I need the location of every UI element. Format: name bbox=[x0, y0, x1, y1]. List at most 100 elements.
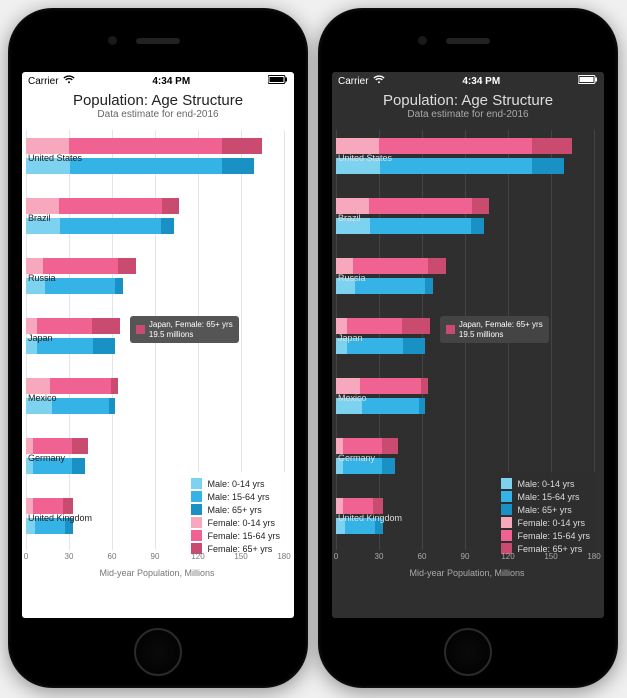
bar-female[interactable] bbox=[336, 138, 572, 154]
legend-item[interactable]: Female: 15-64 yrs bbox=[191, 530, 280, 541]
bar-segment[interactable] bbox=[93, 338, 115, 354]
legend-item[interactable]: Female: 15-64 yrs bbox=[501, 530, 590, 541]
bar-segment[interactable] bbox=[161, 218, 174, 234]
bar-segment[interactable] bbox=[403, 338, 425, 354]
bar-female[interactable] bbox=[26, 438, 88, 454]
bar-segment[interactable] bbox=[336, 138, 379, 154]
bar-segment[interactable] bbox=[72, 438, 88, 454]
bar-segment[interactable] bbox=[26, 138, 69, 154]
bar-female[interactable] bbox=[26, 198, 179, 214]
tooltip-text: Japan, Female: 65+ yrs19.5 millions bbox=[459, 320, 543, 339]
bar-segment[interactable] bbox=[222, 138, 262, 154]
bar-segment[interactable] bbox=[162, 198, 179, 214]
bar-segment[interactable] bbox=[60, 218, 160, 234]
bar-female[interactable] bbox=[336, 498, 383, 514]
bar-female[interactable] bbox=[26, 378, 118, 394]
bar-female[interactable] bbox=[336, 378, 428, 394]
bar-segment[interactable] bbox=[353, 258, 428, 274]
bar-segment[interactable] bbox=[43, 258, 118, 274]
legend-item[interactable]: Female: 0-14 yrs bbox=[501, 517, 590, 528]
bar-female[interactable] bbox=[336, 438, 398, 454]
bar-segment[interactable] bbox=[26, 378, 50, 394]
bar-segment[interactable] bbox=[37, 318, 91, 334]
bar-segment[interactable] bbox=[336, 318, 347, 334]
bar-segment[interactable] bbox=[92, 318, 120, 334]
bar-segment[interactable] bbox=[33, 498, 63, 514]
bar-segment[interactable] bbox=[336, 258, 353, 274]
bar-segment[interactable] bbox=[72, 458, 85, 474]
bar-segment[interactable] bbox=[428, 258, 447, 274]
bar-segment[interactable] bbox=[336, 378, 360, 394]
bar-segment[interactable] bbox=[402, 318, 430, 334]
bar-segment[interactable] bbox=[362, 398, 419, 414]
legend-item[interactable]: Male: 15-64 yrs bbox=[191, 491, 280, 502]
bar-female[interactable] bbox=[26, 258, 136, 274]
bar-segment[interactable] bbox=[343, 438, 382, 454]
bar-segment[interactable] bbox=[69, 138, 222, 154]
tooltip-text: Japan, Female: 65+ yrs19.5 millions bbox=[149, 320, 233, 339]
category-label: United States bbox=[28, 153, 82, 163]
bar-segment[interactable] bbox=[379, 138, 532, 154]
bar-segment[interactable] bbox=[382, 438, 398, 454]
bar-segment[interactable] bbox=[118, 258, 137, 274]
bar-segment[interactable] bbox=[336, 198, 369, 214]
bar-segment[interactable] bbox=[26, 258, 43, 274]
legend-item[interactable]: Male: 65+ yrs bbox=[501, 504, 590, 515]
bar-segment[interactable] bbox=[380, 158, 532, 174]
chart-title: Population: Age Structure bbox=[332, 92, 604, 109]
legend-item[interactable]: Male: 15-64 yrs bbox=[501, 491, 590, 502]
legend-item[interactable]: Male: 0-14 yrs bbox=[501, 478, 590, 489]
bar-segment[interactable] bbox=[382, 458, 395, 474]
bar-segment[interactable] bbox=[419, 398, 425, 414]
bar-segment[interactable] bbox=[33, 438, 72, 454]
chart-area[interactable]: United StatesBrazilRussiaJapanMexicoGerm… bbox=[22, 126, 294, 612]
legend-swatch bbox=[501, 517, 512, 528]
bar-segment[interactable] bbox=[370, 218, 470, 234]
bar-segment[interactable] bbox=[26, 438, 33, 454]
bar-segment[interactable] bbox=[343, 498, 373, 514]
chart-row: Russia bbox=[336, 250, 594, 306]
bar-segment[interactable] bbox=[26, 198, 59, 214]
bar-segment[interactable] bbox=[63, 498, 73, 514]
legend-item[interactable]: Female: 0-14 yrs bbox=[191, 517, 280, 528]
bar-segment[interactable] bbox=[532, 138, 572, 154]
screen-light: Carrier 4:34 PM Population: Age Structur… bbox=[22, 72, 294, 618]
bar-segment[interactable] bbox=[26, 498, 33, 514]
bar-segment[interactable] bbox=[472, 198, 489, 214]
x-axis-label: Mid-year Population, Millions bbox=[26, 568, 288, 578]
bar-segment[interactable] bbox=[369, 198, 472, 214]
chart-subtitle: Data estimate for end-2016 bbox=[22, 109, 294, 120]
bar-female[interactable] bbox=[26, 318, 120, 334]
bar-segment[interactable] bbox=[109, 398, 115, 414]
bar-segment[interactable] bbox=[425, 278, 434, 294]
bar-segment[interactable] bbox=[52, 398, 109, 414]
bar-segment[interactable] bbox=[336, 498, 343, 514]
bar-segment[interactable] bbox=[373, 498, 383, 514]
bar-segment[interactable] bbox=[471, 218, 484, 234]
bar-female[interactable] bbox=[26, 138, 262, 154]
bar-segment[interactable] bbox=[421, 378, 428, 394]
bar-female[interactable] bbox=[336, 318, 430, 334]
legend-item[interactable]: Male: 0-14 yrs bbox=[191, 478, 280, 489]
home-button[interactable] bbox=[134, 628, 182, 676]
bar-segment[interactable] bbox=[50, 378, 110, 394]
bar-segment[interactable] bbox=[532, 158, 564, 174]
bar-segment[interactable] bbox=[336, 438, 343, 454]
bar-segment[interactable] bbox=[70, 158, 222, 174]
category-label: Brazil bbox=[338, 213, 361, 223]
chart-area[interactable]: United StatesBrazilRussiaJapanMexicoGerm… bbox=[332, 126, 604, 612]
category-label: Brazil bbox=[28, 213, 51, 223]
bar-segment[interactable] bbox=[360, 378, 420, 394]
bar-female[interactable] bbox=[26, 498, 73, 514]
bar-segment[interactable] bbox=[347, 318, 401, 334]
bar-segment[interactable] bbox=[111, 378, 118, 394]
legend-item[interactable]: Male: 65+ yrs bbox=[191, 504, 280, 515]
x-tick: 120 bbox=[191, 552, 204, 561]
home-button[interactable] bbox=[444, 628, 492, 676]
bar-female[interactable] bbox=[336, 258, 446, 274]
bar-female[interactable] bbox=[336, 198, 489, 214]
bar-segment[interactable] bbox=[115, 278, 124, 294]
bar-segment[interactable] bbox=[26, 318, 37, 334]
bar-segment[interactable] bbox=[222, 158, 254, 174]
bar-segment[interactable] bbox=[59, 198, 162, 214]
